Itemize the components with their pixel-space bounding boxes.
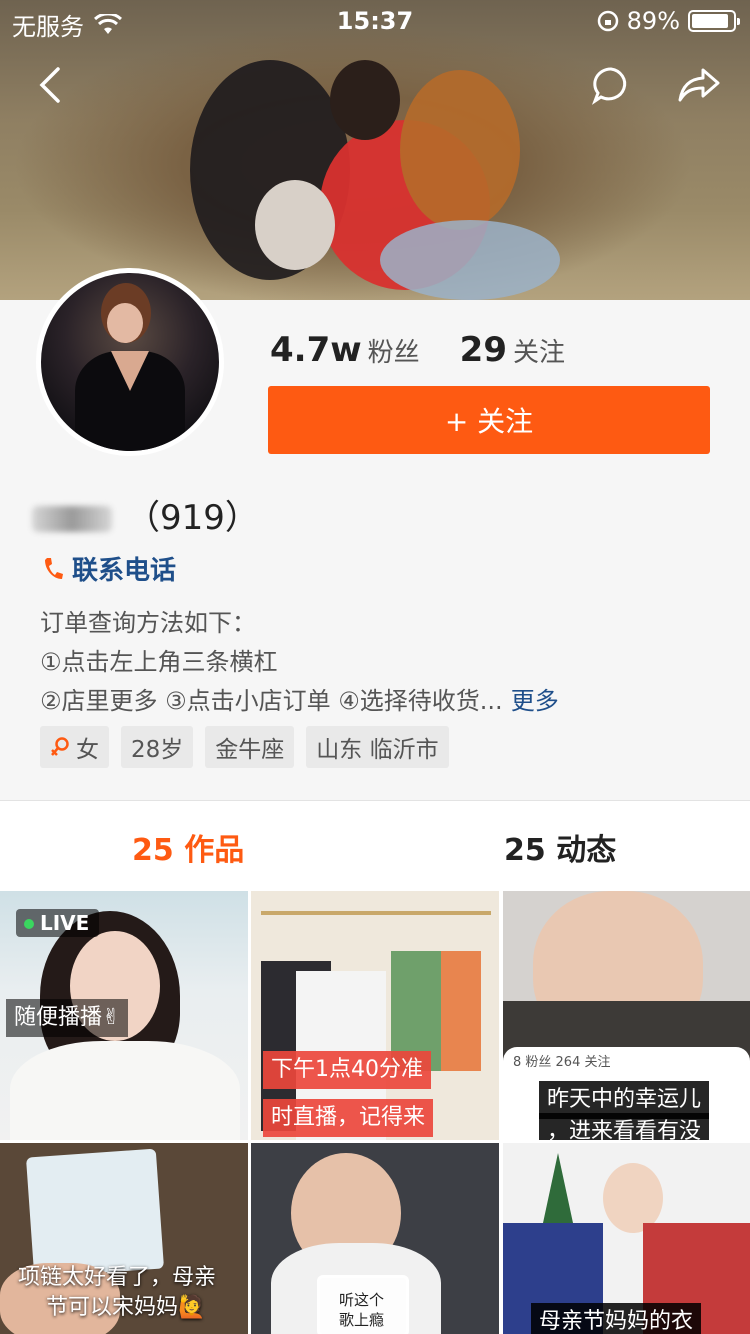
bio-line: ②店里更多 ③点击小店订单 ④选择待收货...: [40, 687, 503, 715]
video-caption: 随便播播✌: [6, 999, 129, 1037]
chat-bubble-icon: [591, 67, 627, 105]
tag-gender-label: 女: [76, 737, 99, 763]
video-caption: 下午1点40分准: [263, 1051, 431, 1089]
tag-gender: 女: [40, 726, 109, 768]
status-bar: 无服务 15:37 89%: [0, 0, 750, 41]
tab-works-count: 25: [132, 833, 174, 868]
fans-stat[interactable]: 4.7w 粉丝: [270, 330, 420, 370]
video-thumbnail[interactable]: 母亲节妈妈的衣: [503, 1143, 750, 1334]
battery-percent: 89%: [626, 7, 680, 35]
tab-moments-count: 25: [504, 833, 546, 868]
tag-location: 山东 临沂市: [306, 726, 449, 768]
fans-label: 粉丝: [367, 338, 420, 368]
battery-icon: [688, 10, 740, 32]
female-icon: [51, 737, 69, 756]
share-button[interactable]: [674, 60, 724, 110]
following-count: 29: [459, 330, 507, 370]
bio-more-link[interactable]: 更多: [511, 687, 559, 715]
video-caption: 母亲节妈妈的衣: [531, 1303, 702, 1334]
profile-tags: 女 28岁 金牛座 山东 临沂市: [40, 726, 449, 768]
mini-profile-stats: 8 粉丝 264 关注: [513, 1055, 611, 1070]
username-suffix: （919）: [126, 498, 259, 538]
tag-zodiac: 金牛座: [205, 726, 295, 768]
follow-button-label: + 关注: [444, 405, 534, 438]
tag-age: 28岁: [121, 726, 194, 768]
video-caption: ，进来看看有没: [539, 1113, 710, 1140]
avatar[interactable]: [36, 268, 224, 456]
contact-phone-link[interactable]: 联系电话: [42, 550, 176, 587]
tag-location-label: 山东 临沂市: [316, 737, 439, 763]
bio-line: 订单查询方法如下：: [40, 609, 256, 637]
rotation-lock-icon: [597, 10, 618, 32]
works-grid: LIVE 随便播播✌ 下午1点40分准 时直播，记得来 8 粉丝 264 关注 …: [0, 891, 750, 1334]
video-thumbnail[interactable]: 听这个 歌上瘾: [251, 1143, 499, 1334]
video-thumbnail[interactable]: 下午1点40分准 时直播，记得来: [251, 891, 499, 1140]
video-thumbnail[interactable]: 8 粉丝 264 关注 昨天中的幸运儿 ，进来看看有没: [503, 891, 750, 1140]
back-button[interactable]: [26, 60, 76, 110]
video-caption: 歌上瘾: [339, 1311, 385, 1329]
chevron-left-icon: [39, 67, 60, 103]
video-caption: 时直播，记得来: [263, 1099, 434, 1137]
profile-stats: 4.7w 粉丝 29 关注: [270, 330, 565, 370]
profile-cover-photo: [0, 0, 750, 300]
fans-count: 4.7w: [270, 330, 362, 370]
tag-age-label: 28岁: [131, 737, 184, 763]
tab-works-label: 作品: [184, 833, 245, 868]
message-button[interactable]: [586, 60, 636, 110]
tab-moments[interactable]: 25 动态: [504, 825, 616, 869]
username-redacted: [32, 506, 112, 532]
tag-zodiac-label: 金牛座: [215, 737, 285, 763]
content-tabs: 25 作品 25 动态: [0, 801, 750, 891]
video-thumbnail[interactable]: 项链太好看了，母亲 节可以宋妈妈🙋: [0, 1143, 248, 1334]
tab-works[interactable]: 25 作品: [132, 825, 244, 869]
follow-button[interactable]: + 关注: [268, 386, 710, 454]
video-caption: 听这个: [339, 1291, 385, 1309]
contact-phone-label: 联系电话: [72, 556, 177, 586]
bio: 订单查询方法如下： ①点击左上角三条横杠 ②店里更多 ③点击小店订单 ④选择待收…: [40, 604, 730, 721]
following-stat[interactable]: 29 关注: [460, 330, 565, 370]
share-arrow-icon: [678, 68, 720, 102]
phone-icon: [45, 557, 63, 579]
video-caption: 节可以宋妈妈🙋: [46, 1295, 206, 1320]
bio-line: ①点击左上角三条横杠: [40, 648, 278, 676]
video-thumbnail[interactable]: LIVE 随便播播✌: [0, 891, 248, 1140]
following-label: 关注: [512, 338, 565, 368]
live-badge: LIVE: [16, 909, 100, 937]
tab-moments-label: 动态: [556, 833, 617, 868]
